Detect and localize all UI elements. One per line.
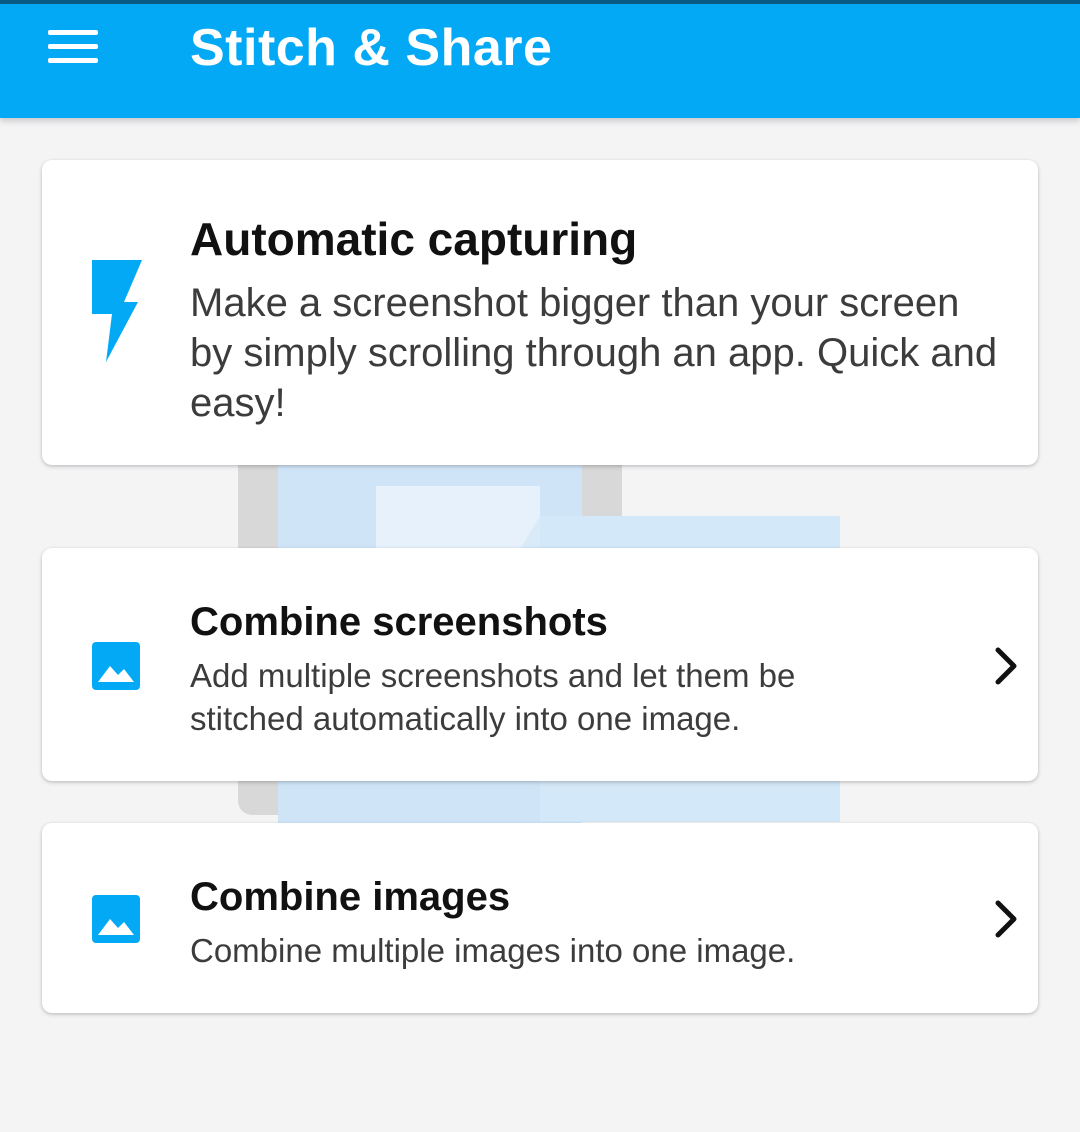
app-title: Stitch & Share [190,19,553,77]
combine-screenshots-card[interactable]: Combine screenshots Add multiple screens… [42,548,1038,781]
hamburger-menu-icon[interactable] [44,26,104,70]
card-description: Add multiple screenshots and let them be… [190,657,796,737]
image-icon [92,642,140,690]
card-title: Combine screenshots [190,600,608,644]
card-description: Make a screenshot bigger than your scree… [190,281,998,425]
card-description: Combine multiple images into one image. [190,932,796,969]
chevron-right-icon[interactable] [992,899,1020,939]
lightning-bolt-icon [92,260,142,362]
combine-images-card[interactable]: Combine images Combine multiple images i… [42,823,1038,1013]
app-bar: Stitch & Share [0,4,1080,118]
card-title: Combine images [190,875,511,919]
chevron-right-icon[interactable] [992,646,1020,686]
image-icon [92,895,140,943]
automatic-capturing-card[interactable]: Automatic capturing Make a screenshot bi… [42,160,1038,465]
card-title: Automatic capturing [190,213,638,265]
